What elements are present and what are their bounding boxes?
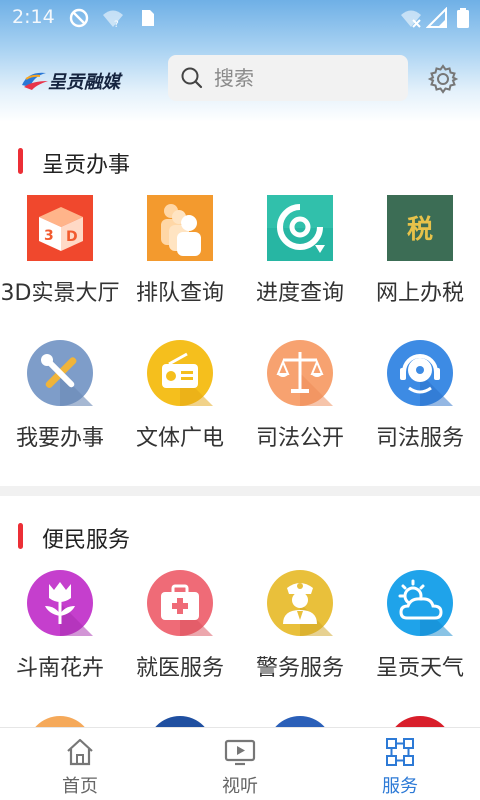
- section-header-affairs: 呈贡办事: [0, 141, 480, 181]
- app-logo: 呈贡融媒: [20, 64, 124, 94]
- search-input[interactable]: [214, 62, 394, 94]
- search-icon: [181, 67, 203, 89]
- wifi-off-icon: [400, 7, 422, 29]
- no-disturb-icon: [68, 7, 90, 29]
- video-play-icon: [224, 739, 256, 766]
- service-label: 司法公开: [255, 426, 344, 451]
- service-3d-hall[interactable]: 3 D 3D实景大厅: [0, 195, 120, 325]
- nav-home[interactable]: 首页: [0, 728, 160, 800]
- service-label: 文体广电: [135, 426, 224, 451]
- nav-label: 服务: [382, 776, 418, 797]
- service-label: 网上办税: [375, 281, 464, 306]
- headset-service-icon: [387, 340, 453, 406]
- service-label: 警务服务: [255, 656, 344, 681]
- signal-icon: [425, 6, 448, 29]
- radio-icon: [147, 340, 213, 406]
- queue-people-icon: [147, 195, 213, 261]
- nav-video[interactable]: 视听: [160, 728, 320, 800]
- service-online-tax[interactable]: 税 网上办税: [360, 195, 480, 325]
- service-medical[interactable]: 就医服务: [120, 570, 240, 700]
- flower-icon: [27, 570, 93, 636]
- status-time: 2:14: [12, 6, 55, 28]
- police-officer-icon: [267, 570, 333, 636]
- services-grid-icon: [386, 738, 414, 766]
- 3d-cube-icon: 3 D: [27, 195, 93, 261]
- tax-glyph: 税: [406, 215, 433, 245]
- section-accent-bar: [18, 148, 23, 174]
- service-label: 我要办事: [15, 426, 104, 451]
- section-title: 呈贡办事: [42, 153, 131, 178]
- tools-icon: [27, 340, 93, 406]
- header: 2:14 ? 呈贡融媒 搜索: [0, 0, 480, 122]
- nav-services[interactable]: 服务: [320, 728, 480, 800]
- service-weather[interactable]: 呈贡天气: [360, 570, 480, 700]
- logo-text: 呈贡融媒: [48, 72, 120, 93]
- home-icon: [67, 738, 93, 766]
- service-label: 司法服务: [375, 426, 464, 451]
- search-box[interactable]: [168, 55, 408, 101]
- service-culture-broadcast[interactable]: 文体广电: [120, 340, 240, 470]
- nav-label: 视听: [222, 776, 258, 797]
- service-label: 排队查询: [135, 281, 224, 306]
- service-label: 斗南花卉: [15, 656, 104, 681]
- tax-icon: 税: [387, 195, 453, 261]
- sim-card-icon: [136, 7, 158, 29]
- service-label: 就医服务: [135, 656, 224, 681]
- battery-icon: [452, 7, 474, 29]
- service-my-affairs[interactable]: 我要办事: [0, 340, 120, 470]
- bottom-nav: 首页 视听 服务: [0, 727, 480, 800]
- settings-gear-icon[interactable]: [427, 63, 459, 95]
- service-label: 3D实景大厅: [0, 281, 120, 306]
- section-header-convenience: 便民服务: [0, 516, 480, 556]
- service-police[interactable]: 警务服务: [240, 570, 360, 700]
- service-judicial-service[interactable]: 司法服务: [360, 340, 480, 470]
- service-progress-query[interactable]: 进度查询: [240, 195, 360, 325]
- wifi-unknown-icon: ?: [102, 7, 124, 30]
- section-title: 便民服务: [42, 528, 131, 553]
- svg-text:?: ?: [114, 20, 119, 29]
- service-label: 进度查询: [255, 281, 344, 306]
- section-accent-bar: [18, 523, 23, 549]
- app-screen: 2:14 ? 呈贡融媒 搜索 呈贡办事 3 D 3D实景大厅 排队查询 进度查询…: [0, 0, 480, 800]
- logo-mark-icon: [22, 72, 48, 90]
- scales-icon: [267, 340, 333, 406]
- weather-sun-cloud-icon: [387, 570, 453, 636]
- svg-text:3: 3: [44, 228, 54, 244]
- svg-text:D: D: [66, 229, 78, 245]
- service-queue-query[interactable]: 排队查询: [120, 195, 240, 325]
- status-bar: 2:14 ?: [0, 0, 480, 36]
- nav-label: 首页: [62, 776, 98, 797]
- service-label: 呈贡天气: [375, 656, 464, 681]
- service-dounan-flowers[interactable]: 斗南花卉: [0, 570, 120, 700]
- section-divider: [0, 486, 480, 496]
- medical-kit-icon: [147, 570, 213, 636]
- service-judicial-open[interactable]: 司法公开: [240, 340, 360, 470]
- progress-refresh-icon: [267, 195, 333, 261]
